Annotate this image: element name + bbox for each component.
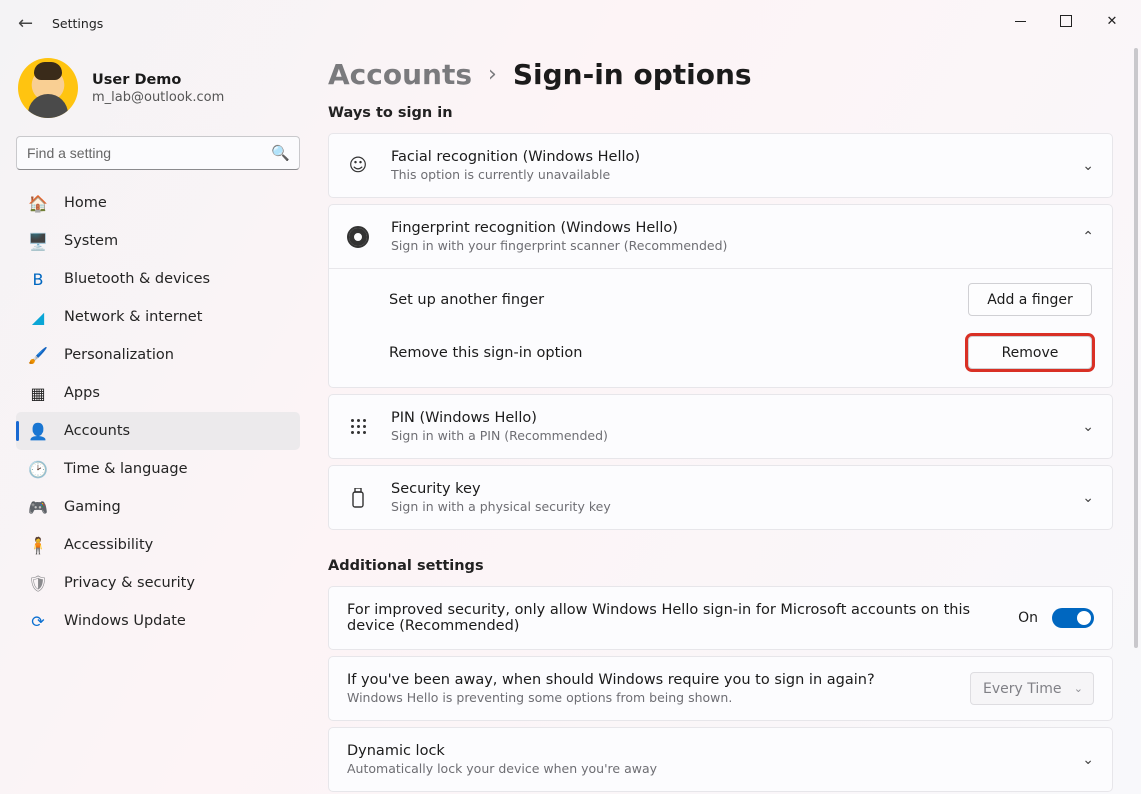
hello-only-toggle[interactable] xyxy=(1052,608,1094,628)
nav-privacy[interactable]: 🛡 Privacy & security xyxy=(16,564,300,602)
remove-button[interactable]: Remove xyxy=(968,336,1092,369)
fingerprint-add-row: Set up another finger Add a finger xyxy=(329,269,1112,330)
option-subtitle: Sign in with a physical security key xyxy=(391,499,1070,514)
setting-require-signin: If you've been away, when should Windows… xyxy=(329,657,1112,720)
nav-system[interactable]: 🖥️ System xyxy=(16,222,300,260)
avatar xyxy=(18,58,78,118)
require-signin-select[interactable]: Every Time ⌄ xyxy=(970,672,1094,705)
window-minimize-button[interactable] xyxy=(997,6,1043,36)
apps-icon: ▦ xyxy=(28,383,48,403)
gamepad-icon: 🎮 xyxy=(28,497,48,517)
setting-text: If you've been away, when should Windows… xyxy=(347,672,970,688)
option-title: Fingerprint recognition (Windows Hello) xyxy=(391,220,1070,236)
nav-label: Personalization xyxy=(64,347,174,363)
user-email: m_lab@outlook.com xyxy=(92,90,224,105)
nav-label: Privacy & security xyxy=(64,575,195,591)
setting-subtext: Windows Hello is preventing some options… xyxy=(347,690,970,705)
nav-bluetooth[interactable]: B Bluetooth & devices xyxy=(16,260,300,298)
section-ways-to-sign-in: Ways to sign in xyxy=(328,105,1113,121)
clock-globe-icon: 🕑 xyxy=(28,459,48,479)
home-icon: 🏠 xyxy=(28,193,48,213)
nav-accounts[interactable]: 👤 Accounts xyxy=(16,412,300,450)
section-additional-settings: Additional settings xyxy=(328,558,1113,574)
nav-label: Apps xyxy=(64,385,100,401)
scrollbar[interactable] xyxy=(1134,48,1138,788)
setting-text: For improved security, only allow Window… xyxy=(347,602,987,634)
nav-windows-update[interactable]: ⟳ Windows Update xyxy=(16,602,300,640)
face-icon: ☺ xyxy=(347,155,369,176)
nav-label: Home xyxy=(64,195,107,211)
breadcrumb-parent[interactable]: Accounts xyxy=(328,58,472,91)
window-close-button[interactable]: ✕ xyxy=(1089,6,1135,36)
nav-label: Accounts xyxy=(64,423,130,439)
nav-time-language[interactable]: 🕑 Time & language xyxy=(16,450,300,488)
add-finger-label: Set up another finger xyxy=(389,292,968,308)
user-profile[interactable]: User Demo m_lab@outlook.com xyxy=(18,58,298,118)
setting-dynamic-lock[interactable]: Dynamic lock Automatically lock your dev… xyxy=(329,728,1112,791)
option-title: Security key xyxy=(391,481,1070,497)
option-security-key[interactable]: Security key Sign in with a physical sec… xyxy=(329,466,1112,529)
option-subtitle: Sign in with a PIN (Recommended) xyxy=(391,428,1070,443)
chevron-down-icon: ⌄ xyxy=(1074,682,1083,695)
option-pin[interactable]: PIN (Windows Hello) Sign in with a PIN (… xyxy=(329,395,1112,458)
user-name: User Demo xyxy=(92,72,224,88)
pin-icon xyxy=(347,419,369,434)
add-finger-button[interactable]: Add a finger xyxy=(968,283,1092,316)
nav-home[interactable]: 🏠 Home xyxy=(16,184,300,222)
update-icon: ⟳ xyxy=(28,611,48,631)
chevron-up-icon: ⌃ xyxy=(1082,229,1094,245)
nav-label: Time & language xyxy=(64,461,188,477)
app-title: Settings xyxy=(52,16,103,31)
option-subtitle: This option is currently unavailable xyxy=(391,167,1070,182)
nav-apps[interactable]: ▦ Apps xyxy=(16,374,300,412)
nav-label: Windows Update xyxy=(64,613,186,629)
page-title: Sign-in options xyxy=(513,58,752,91)
remove-option-label: Remove this sign-in option xyxy=(389,345,968,361)
option-fingerprint-recognition[interactable]: Fingerprint recognition (Windows Hello) … xyxy=(329,205,1112,268)
search-input[interactable] xyxy=(16,136,300,170)
chevron-right-icon: › xyxy=(488,62,497,87)
shield-icon: 🛡 xyxy=(28,573,48,593)
window-maximize-button[interactable] xyxy=(1043,6,1089,36)
select-value: Every Time xyxy=(983,681,1062,697)
nav-label: Accessibility xyxy=(64,537,153,553)
nav-gaming[interactable]: 🎮 Gaming xyxy=(16,488,300,526)
person-icon: 👤 xyxy=(28,421,48,441)
setting-hello-only: For improved security, only allow Window… xyxy=(329,587,1112,649)
back-button[interactable]: ← xyxy=(18,13,40,34)
option-facial-recognition[interactable]: ☺ Facial recognition (Windows Hello) Thi… xyxy=(329,134,1112,197)
toggle-state-label: On xyxy=(1018,610,1038,626)
setting-subtext: Automatically lock your device when you'… xyxy=(347,761,1070,776)
option-title: PIN (Windows Hello) xyxy=(391,410,1070,426)
fingerprint-remove-row: Remove this sign-in option Remove xyxy=(329,330,1112,387)
setting-title: Dynamic lock xyxy=(347,743,1070,759)
usb-key-icon xyxy=(347,488,369,508)
nav-label: Bluetooth & devices xyxy=(64,271,210,287)
scrollbar-thumb[interactable] xyxy=(1134,48,1138,648)
nav-label: Gaming xyxy=(64,499,121,515)
brush-icon: 🖌️ xyxy=(28,345,48,365)
nav-label: System xyxy=(64,233,118,249)
nav-label: Network & internet xyxy=(64,309,202,325)
nav-list: 🏠 Home 🖥️ System B Bluetooth & devices ◢ Net… xyxy=(16,184,300,640)
fingerprint-icon xyxy=(347,226,369,248)
chevron-down-icon: ⌄ xyxy=(1082,752,1094,768)
wifi-icon: ◢ xyxy=(28,307,48,327)
bluetooth-icon: B xyxy=(28,269,48,289)
breadcrumb: Accounts › Sign-in options xyxy=(328,58,1113,91)
chevron-down-icon: ⌄ xyxy=(1082,158,1094,174)
accessibility-icon: 🧍 xyxy=(28,535,48,555)
system-icon: 🖥️ xyxy=(28,231,48,251)
nav-accessibility[interactable]: 🧍 Accessibility xyxy=(16,526,300,564)
chevron-down-icon: ⌄ xyxy=(1082,490,1094,506)
nav-personalization[interactable]: 🖌️ Personalization xyxy=(16,336,300,374)
option-title: Facial recognition (Windows Hello) xyxy=(391,149,1070,165)
nav-network[interactable]: ◢ Network & internet xyxy=(16,298,300,336)
search-icon: 🔍 xyxy=(271,144,290,162)
option-subtitle: Sign in with your fingerprint scanner (R… xyxy=(391,238,1070,253)
chevron-down-icon: ⌄ xyxy=(1082,419,1094,435)
